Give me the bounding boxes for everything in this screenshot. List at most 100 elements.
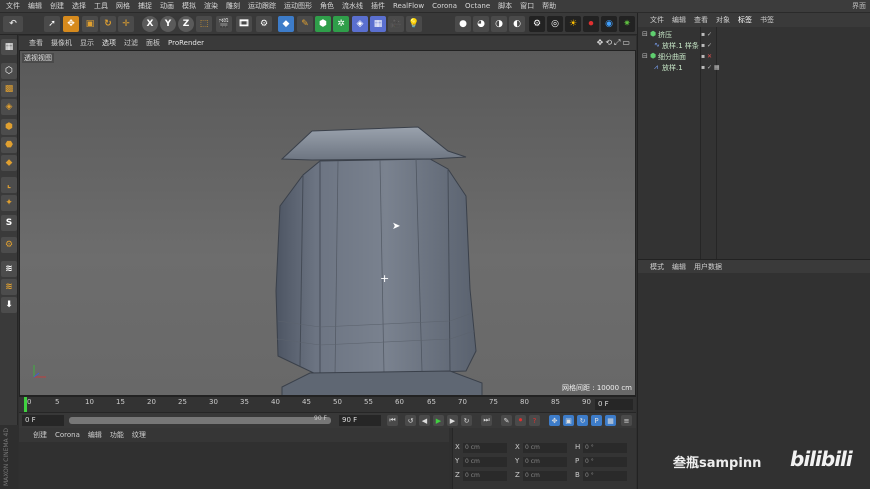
key-position-icon[interactable]: ✥ <box>549 415 560 426</box>
deformer-icon[interactable]: ◈ <box>352 16 368 32</box>
z-axis-toggle[interactable]: Z <box>178 16 194 32</box>
octane-mix-icon[interactable]: ◐ <box>509 16 525 32</box>
om-menu-edit[interactable]: 编辑 <box>668 15 690 25</box>
timeline-ruler[interactable]: 0 5 10 15 20 25 30 35 40 45 50 55 60 65 … <box>19 396 636 413</box>
render-settings-icon[interactable]: ⚙ <box>256 16 272 32</box>
menu-pipeline[interactable]: 流水线 <box>338 1 367 11</box>
om-menu-objects[interactable]: 对象 <box>712 15 734 25</box>
undo-icon[interactable]: ↶ <box>3 16 23 32</box>
solo-hierarchy-icon[interactable]: ≋ <box>1 279 17 295</box>
om-menu-bookmarks[interactable]: 书签 <box>756 15 778 25</box>
move-icon[interactable]: ✥ <box>63 16 79 32</box>
tweak-mode-icon[interactable]: ✦ <box>1 195 17 211</box>
frame-range-slider[interactable]: 90 F <box>69 415 331 424</box>
key-scale-icon[interactable]: ▣ <box>563 415 574 426</box>
pen-icon[interactable]: ✎ <box>297 16 313 32</box>
om-menu-view[interactable]: 查看 <box>690 15 712 25</box>
render-picture-viewer-icon[interactable]: 🎞 <box>236 16 252 32</box>
make-editable-icon[interactable]: ▦ <box>1 39 17 55</box>
record-key-icon[interactable]: ⏺ <box>515 415 526 426</box>
autokey-icon[interactable]: ? <box>529 415 540 426</box>
next-frame-icon[interactable]: ▶ <box>447 415 458 426</box>
next-key-icon[interactable]: ↻ <box>461 415 472 426</box>
rotation-b-field[interactable]: 0 ° <box>583 471 627 481</box>
viewport-nav-icons[interactable]: ✥⟲⤢▭ <box>597 38 632 48</box>
position-y-field[interactable]: 0 cm <box>463 457 507 467</box>
coordinate-system-icon[interactable]: ⬚ <box>196 16 212 32</box>
x-axis-toggle[interactable]: X <box>142 16 158 32</box>
octane-target-icon[interactable]: ◎ <box>547 16 563 32</box>
key-param-icon[interactable]: P <box>591 415 602 426</box>
layout-label[interactable]: 界面 <box>852 1 866 11</box>
polygons-mode-icon[interactable]: ⬥ <box>1 155 17 171</box>
vp-menu-display[interactable]: 显示 <box>76 38 98 48</box>
key-rotation-icon[interactable]: ↻ <box>577 415 588 426</box>
vp-menu-view[interactable]: 查看 <box>25 38 47 48</box>
mat-menu-create[interactable]: 创建 <box>29 430 51 440</box>
om-menu-tags[interactable]: 标签 <box>734 15 756 25</box>
subdivision-icon[interactable]: ⬢ <box>315 16 331 32</box>
workplane-icon[interactable]: ◈ <box>1 99 17 115</box>
size-x-field[interactable]: 0 cm <box>523 443 567 453</box>
menu-sculpt[interactable]: 雕刻 <box>222 1 244 11</box>
start-frame-field[interactable]: 0 F <box>22 415 64 426</box>
menu-snap[interactable]: 捕捉 <box>134 1 156 11</box>
current-frame-field[interactable]: 0 F <box>595 399 633 410</box>
object-row[interactable]: ⊟ ⬢ 细分曲面 ▪ ✕ <box>638 52 870 62</box>
object-row[interactable]: ⩘ 放样.1 ▪ ✓ ▦ <box>638 63 870 73</box>
menu-help[interactable]: 帮助 <box>538 1 560 11</box>
size-z-field[interactable]: 0 cm <box>523 471 567 481</box>
floor-icon[interactable]: ▦ <box>370 16 386 32</box>
snap-icon[interactable]: S <box>1 215 17 231</box>
goto-start-icon[interactable]: ⏮ <box>387 415 398 426</box>
timeline-layout-icon[interactable]: ≡ <box>621 415 632 426</box>
light-icon[interactable]: 💡 <box>406 16 422 32</box>
visibility-flags-icon[interactable]: ▪ ✓ ▦ <box>701 64 720 71</box>
menu-plugins[interactable]: 插件 <box>367 1 389 11</box>
rotation-p-field[interactable]: 0 ° <box>583 457 627 467</box>
mat-menu-corona[interactable]: Corona <box>51 431 84 439</box>
octane-glossy-icon[interactable]: ◑ <box>491 16 507 32</box>
camera-icon[interactable]: 🎥 <box>388 16 404 32</box>
workplane-lock-icon[interactable]: ⚙ <box>1 237 17 253</box>
menu-corona[interactable]: Corona <box>428 2 461 10</box>
visibility-flags-icon[interactable]: ▪ ✓ <box>701 31 712 38</box>
y-axis-toggle[interactable]: Y <box>160 16 176 32</box>
om-menu-file[interactable]: 文件 <box>646 15 668 25</box>
menu-window[interactable]: 窗口 <box>516 1 538 11</box>
goto-end-icon[interactable]: ⏭ <box>481 415 492 426</box>
vp-menu-prorender[interactable]: ProRender <box>164 39 208 47</box>
menu-edit[interactable]: 编辑 <box>24 1 46 11</box>
render-view-icon[interactable]: 🎬 <box>216 16 232 32</box>
object-row[interactable]: ∿ 放样.1 样条 ▪ ✓ <box>638 41 870 51</box>
am-menu-mode[interactable]: 模式 <box>646 262 668 272</box>
menu-simulate[interactable]: 模拟 <box>178 1 200 11</box>
menu-render[interactable]: 渲染 <box>200 1 222 11</box>
menu-tools[interactable]: 工具 <box>90 1 112 11</box>
mat-menu-edit[interactable]: 编辑 <box>84 430 106 440</box>
end-frame-field[interactable]: 90 F <box>339 415 381 426</box>
rotate-icon[interactable]: ↻ <box>100 16 116 32</box>
vp-menu-filter[interactable]: 过滤 <box>120 38 142 48</box>
extruded-object[interactable] <box>20 51 636 396</box>
size-y-field[interactable]: 0 cm <box>523 457 567 467</box>
expand-icon[interactable]: ⊟ <box>642 52 648 60</box>
vp-menu-options[interactable]: 选项 <box>98 38 120 48</box>
am-menu-edit[interactable]: 编辑 <box>668 262 690 272</box>
expand-icon[interactable]: ⊟ <box>642 30 648 38</box>
prev-frame-icon[interactable]: ◀ <box>419 415 430 426</box>
key-pla-icon[interactable]: ▦ <box>605 415 616 426</box>
octane-sun-icon[interactable]: ☀ <box>565 16 581 32</box>
octane-material-icon[interactable]: ● <box>455 16 471 32</box>
octane-sphere-icon[interactable]: ◕ <box>473 16 489 32</box>
menu-script[interactable]: 脚本 <box>494 1 516 11</box>
axis-mode-icon[interactable]: ⌞ <box>1 177 17 193</box>
menu-animate[interactable]: 动画 <box>156 1 178 11</box>
transform-icon[interactable]: ✛ <box>118 16 134 32</box>
menu-mesh[interactable]: 网格 <box>112 1 134 11</box>
points-mode-icon[interactable]: ⬢ <box>1 119 17 135</box>
model-mode-icon[interactable]: ⬡ <box>1 63 17 79</box>
menu-create[interactable]: 创建 <box>46 1 68 11</box>
am-menu-user-data[interactable]: 用户数据 <box>690 262 726 272</box>
vp-menu-cameras[interactable]: 摄像机 <box>47 38 76 48</box>
